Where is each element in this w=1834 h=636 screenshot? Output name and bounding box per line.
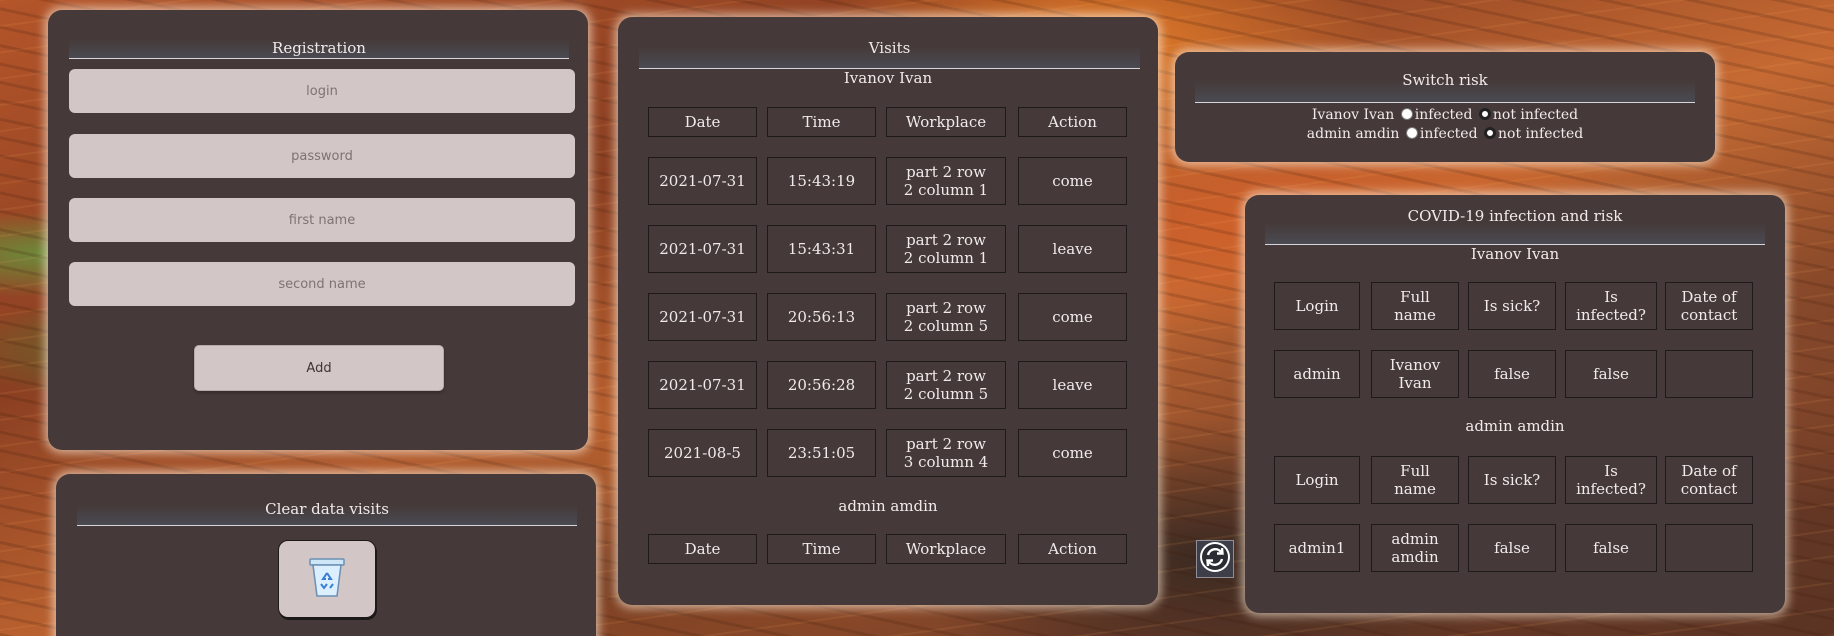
covid-panel: COVID-19 infection and risk Ivanov Ivan … bbox=[1245, 195, 1785, 613]
table-cell: part 2 row 2 column 1 bbox=[886, 225, 1006, 273]
risk-row: Ivanov Ivan infected not infected bbox=[1175, 106, 1715, 124]
table-cell: leave bbox=[1018, 225, 1127, 273]
table-cell: 2021-07-31 bbox=[648, 293, 757, 341]
registration-title: Registration bbox=[69, 27, 569, 59]
visits-user-name: admin amdin bbox=[838, 497, 938, 515]
table-cell: admin1 bbox=[1274, 524, 1360, 572]
table-cell: come bbox=[1018, 157, 1127, 205]
table-cell: 2021-07-31 bbox=[648, 361, 757, 409]
risk-user-name: Ivanov Ivan bbox=[1311, 107, 1395, 123]
covid-header-full-name: Full name bbox=[1371, 456, 1459, 504]
covid-header-is-sick: Is sick? bbox=[1468, 456, 1556, 504]
table-cell: 2021-07-31 bbox=[648, 225, 757, 273]
table-cell: false bbox=[1468, 350, 1556, 398]
switch-risk-panel: Switch risk Ivanov Ivan infected not inf… bbox=[1175, 52, 1715, 162]
table-cell: come bbox=[1018, 429, 1127, 477]
table-cell: admin bbox=[1274, 350, 1360, 398]
radio-label: not infected bbox=[1492, 107, 1579, 123]
not-infected-radio[interactable] bbox=[1484, 127, 1496, 139]
clear-visits-panel: Clear data visits bbox=[56, 474, 596, 636]
covid-header-is-infected: Is infected? bbox=[1565, 456, 1657, 504]
refresh-icon bbox=[1199, 541, 1231, 577]
table-cell: come bbox=[1018, 293, 1127, 341]
radio-label: infected bbox=[1419, 126, 1478, 142]
visits-header-workplace: Workplace bbox=[886, 534, 1006, 564]
table-cell: 23:51:05 bbox=[767, 429, 876, 477]
table-cell: admin amdin bbox=[1371, 524, 1459, 572]
table-cell: 20:56:13 bbox=[767, 293, 876, 341]
visits-header-action: Action bbox=[1018, 107, 1127, 137]
not-infected-radio[interactable] bbox=[1478, 108, 1491, 120]
infected-radio[interactable] bbox=[1405, 127, 1418, 139]
covid-header-login: Login bbox=[1274, 282, 1360, 330]
table-cell: 20:56:28 bbox=[767, 361, 876, 409]
table-cell: false bbox=[1565, 524, 1657, 572]
table-cell: part 2 row 2 column 5 bbox=[886, 361, 1006, 409]
visits-header-time: Time bbox=[767, 534, 876, 564]
table-cell: false bbox=[1565, 350, 1657, 398]
covid-title: COVID-19 infection and risk bbox=[1265, 209, 1765, 245]
covid-header-full-name: Full name bbox=[1371, 282, 1459, 330]
covid-header-is-sick: Is sick? bbox=[1468, 282, 1556, 330]
clear-visits-button[interactable] bbox=[278, 540, 376, 618]
table-cell: 2021-08-5 bbox=[648, 429, 757, 477]
table-cell bbox=[1665, 524, 1753, 572]
table-cell: part 2 row 2 column 5 bbox=[886, 293, 1006, 341]
table-cell bbox=[1665, 350, 1753, 398]
table-cell: Ivanov Ivan bbox=[1371, 350, 1459, 398]
table-cell: false bbox=[1468, 524, 1556, 572]
login-input[interactable] bbox=[69, 69, 575, 113]
password-input[interactable] bbox=[69, 134, 575, 178]
covid-header-login: Login bbox=[1274, 456, 1360, 504]
covid-header-date-of-contact: Date of contact bbox=[1665, 456, 1753, 504]
table-cell: 15:43:19 bbox=[767, 157, 876, 205]
table-cell: 2021-07-31 bbox=[648, 157, 757, 205]
covid-header-date-of-contact: Date of contact bbox=[1665, 282, 1753, 330]
visits-title: Visits bbox=[639, 32, 1140, 69]
covid-user-name: admin amdin bbox=[1465, 417, 1565, 435]
switch-risk-title: Switch risk bbox=[1195, 65, 1695, 103]
visits-header-workplace: Workplace bbox=[886, 107, 1006, 137]
table-cell: part 2 row 3 column 4 bbox=[886, 429, 1006, 477]
add-button[interactable]: Add bbox=[194, 345, 444, 391]
visits-header-time: Time bbox=[767, 107, 876, 137]
table-cell: 15:43:31 bbox=[767, 225, 876, 273]
infected-radio[interactable] bbox=[1400, 108, 1413, 120]
radio-label: infected bbox=[1414, 107, 1473, 123]
visits-user-name: Ivanov Ivan bbox=[843, 69, 933, 87]
table-cell: leave bbox=[1018, 361, 1127, 409]
covid-header-is-infected: Is infected? bbox=[1565, 282, 1657, 330]
recycle-bin-icon bbox=[307, 555, 347, 603]
table-cell: part 2 row 2 column 1 bbox=[886, 157, 1006, 205]
risk-user-name: admin amdin bbox=[1306, 126, 1400, 142]
risk-row: admin amdin infected not infected bbox=[1175, 125, 1715, 143]
visits-header-action: Action bbox=[1018, 534, 1127, 564]
clear-visits-title: Clear data visits bbox=[77, 492, 577, 526]
refresh-button[interactable] bbox=[1196, 540, 1234, 578]
covid-user-name: Ivanov Ivan bbox=[1470, 245, 1560, 263]
visits-header-date: Date bbox=[648, 534, 757, 564]
second-name-input[interactable] bbox=[69, 262, 575, 306]
visits-panel: Visits Ivanov Ivan Date Time Workplace A… bbox=[618, 17, 1158, 605]
registration-panel: Registration Add bbox=[48, 10, 588, 450]
first-name-input[interactable] bbox=[69, 198, 575, 242]
visits-header-date: Date bbox=[648, 107, 757, 137]
radio-label: not infected bbox=[1498, 126, 1584, 142]
